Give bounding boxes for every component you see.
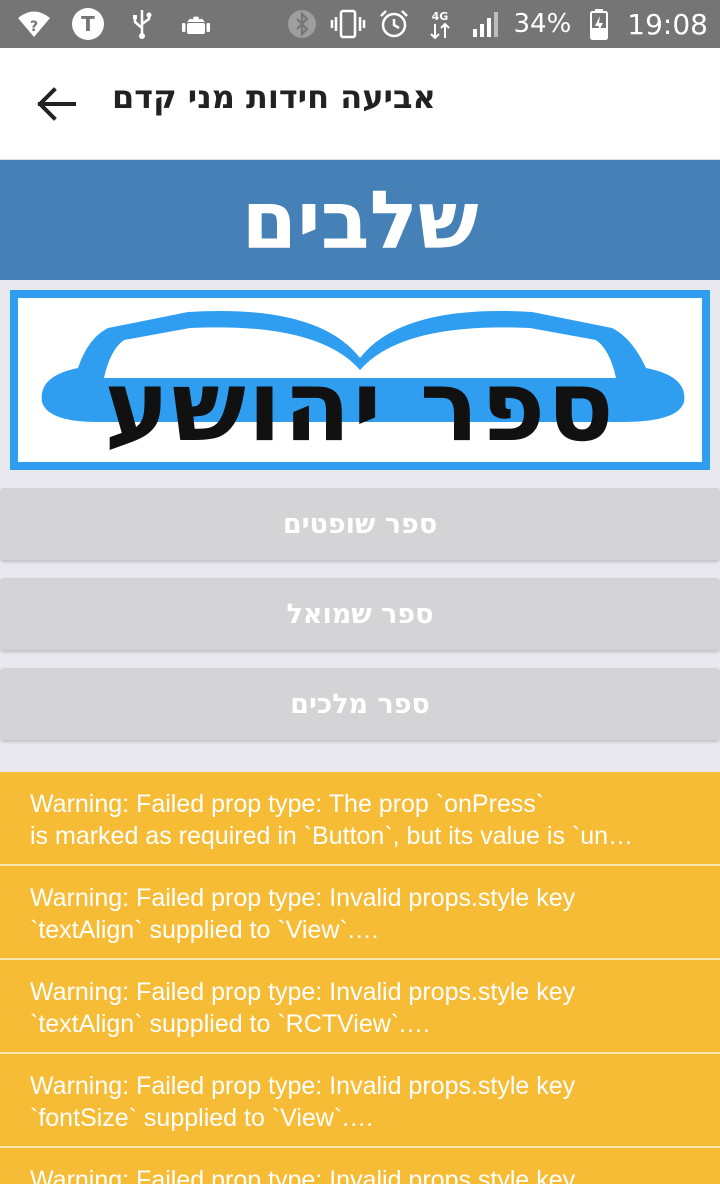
warning-text-line1: Warning: Failed prop type: The prop `onP… xyxy=(30,790,545,818)
usb-icon xyxy=(124,6,160,42)
warning-text-line1: Warning: Failed prop type: Invalid props… xyxy=(30,1166,576,1184)
warning-text-line2: is marked as required in `Button`, but i… xyxy=(30,822,634,850)
warning-text-line1: Warning: Failed prop type: Invalid props… xyxy=(30,978,576,1006)
alarm-icon xyxy=(376,6,412,42)
wifi-question-icon: ? xyxy=(16,6,52,42)
book-button-label: ספר שמואל xyxy=(286,598,434,630)
book-button-shmuel[interactable]: ספר שמואל xyxy=(0,578,720,650)
warning-text-line2: `textAlign` supplied to `RCTView`.… xyxy=(30,1010,432,1038)
vibrate-icon xyxy=(330,6,366,42)
book-button-melachim[interactable]: ספר מלכים xyxy=(0,668,720,740)
warning-item[interactable]: Warning: Failed prop type: The prop `onP… xyxy=(0,772,720,866)
book-button-label: ספר שופטים xyxy=(282,508,438,540)
status-bar: ? T 4G 34% 19:08 xyxy=(0,0,720,48)
book-button-shoftim[interactable]: ספר שופטים xyxy=(0,488,720,560)
page-title: אביעה חידות מני קדם xyxy=(112,78,436,116)
warning-item[interactable]: Warning: Failed prop type: Invalid props… xyxy=(0,866,720,960)
network-label: 4G xyxy=(431,10,448,23)
warning-text-line1: Warning: Failed prop type: Invalid props… xyxy=(30,1072,576,1100)
signal-icon xyxy=(468,6,504,42)
warning-text-line2: `textAlign` supplied to `View`.… xyxy=(30,916,380,944)
battery-charging-icon xyxy=(581,6,617,42)
battery-percent: 34% xyxy=(513,9,572,39)
warning-item[interactable]: Warning: Failed prop type: Invalid props… xyxy=(0,960,720,1054)
current-book-title: ספר יהושע xyxy=(104,350,616,464)
warning-text-line2: `fontSize` supplied to `View`.… xyxy=(30,1104,375,1132)
stages-title: שלבים xyxy=(241,173,479,267)
clock: 19:08 xyxy=(627,7,708,41)
back-arrow-icon xyxy=(37,87,76,121)
app-toolbar: אביעה חידות מני קדם xyxy=(0,48,720,160)
back-button[interactable] xyxy=(24,76,88,132)
android-icon xyxy=(178,6,214,42)
warning-item[interactable]: Warning: Failed prop type: Invalid props… xyxy=(0,1054,720,1148)
t-badge-letter: T xyxy=(72,8,104,40)
current-book-banner[interactable]: ספר יהושע xyxy=(10,290,710,470)
t-badge-icon: T xyxy=(70,6,106,42)
network-4g-icon: 4G xyxy=(422,6,458,42)
stages-header: שלבים xyxy=(0,160,720,280)
warning-item[interactable]: Warning: Failed prop type: Invalid props… xyxy=(0,1148,720,1184)
book-button-label: ספר מלכים xyxy=(290,688,430,720)
warning-text-line1: Warning: Failed prop type: Invalid props… xyxy=(30,884,576,912)
bluetooth-icon xyxy=(284,6,320,42)
svg-text:?: ? xyxy=(30,19,38,35)
